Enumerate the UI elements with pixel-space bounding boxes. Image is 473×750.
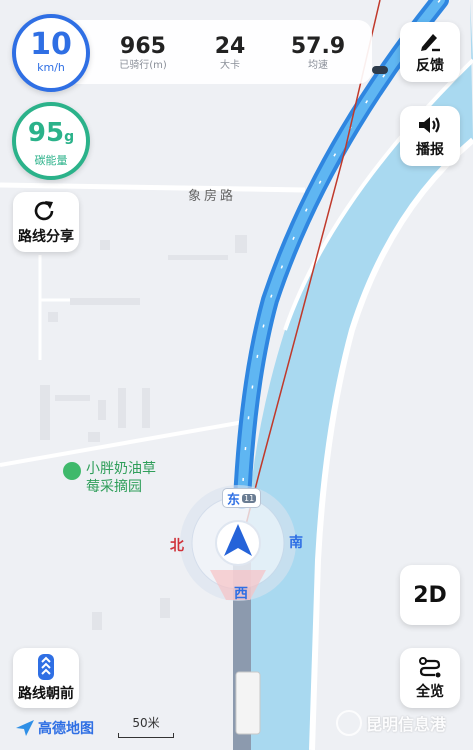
route-heading-button[interactable]: 路线朝前 [13,648,79,708]
watermark-text: 昆明信息港 [366,715,447,734]
poi-name-line1[interactable]: 小胖奶油草 [86,458,156,478]
carbon-label: 碳能量 [34,154,68,167]
stat-distance-value: 965 [120,34,166,59]
amap-brand-text: 高德地图 [38,721,94,737]
carbon-gauge[interactable]: 95g 碳能量 [12,102,90,180]
scale-label: 50米 [132,716,160,730]
poi-icon[interactable] [63,462,81,480]
broadcast-label: 播报 [416,141,444,158]
stat-avg-speed-label: 均速 [308,60,328,71]
compass-east-label: 东 [227,492,241,508]
view-2d-label: 2D [413,582,447,608]
speaker-icon [419,116,440,133]
amap-logo-icon [16,720,34,736]
share-route-button[interactable]: 路线分享 [13,192,79,252]
road-badge: 11 [242,493,257,503]
compass-north-label: 北 [170,538,184,554]
compass-south-label: 南 [289,535,303,551]
carbon-value-row: 95g [16,118,86,152]
stat-calories-value: 24 [214,34,246,59]
scale-bar: 50米 [118,714,174,738]
stat-calories-label: 大卡 [220,60,240,71]
amap-logo: 高德地图 [16,718,94,738]
watermark-logo-icon [336,710,362,736]
carbon-value: 95 [27,118,65,148]
overview-label: 全览 [416,683,444,700]
speed-value: 10 [30,27,72,62]
share-arrow-icon [34,200,54,220]
compass-west-label: 西 [234,586,248,602]
route-overview-icon [419,656,441,677]
stat-distance: 965 已骑行(m) [108,34,178,72]
traffic-light-icon [372,66,388,74]
road-name-label: 象房路 [188,189,237,204]
carbon-unit: g [64,129,75,145]
route-heading-icon [38,653,54,680]
overview-button[interactable]: 全览 [400,648,460,708]
stat-avg-speed-value: 57.9 [290,34,346,59]
broadcast-button[interactable]: 播报 [400,106,460,166]
stat-calories: 24 大卡 [200,34,260,72]
feedback-button[interactable]: 反馈 [400,22,460,82]
stat-distance-label: 已骑行(m) [119,60,167,71]
stat-avg-speed: 57.9 均速 [283,34,353,72]
scale-line [118,733,174,738]
feedback-label: 反馈 [416,57,444,74]
poi-name-line2[interactable]: 莓采摘园 [86,476,142,496]
speed-unit: km/h [37,61,65,74]
speed-gauge: 10 km/h [12,14,90,92]
share-route-label: 路线分享 [18,228,74,245]
watermark: 昆明信息港 [336,710,446,736]
view-2d-button[interactable]: 2D [400,565,460,625]
route-heading-label: 路线朝前 [18,685,74,702]
compass-east-badge: 东 11 [222,488,262,508]
edit-pen-icon [421,33,440,51]
